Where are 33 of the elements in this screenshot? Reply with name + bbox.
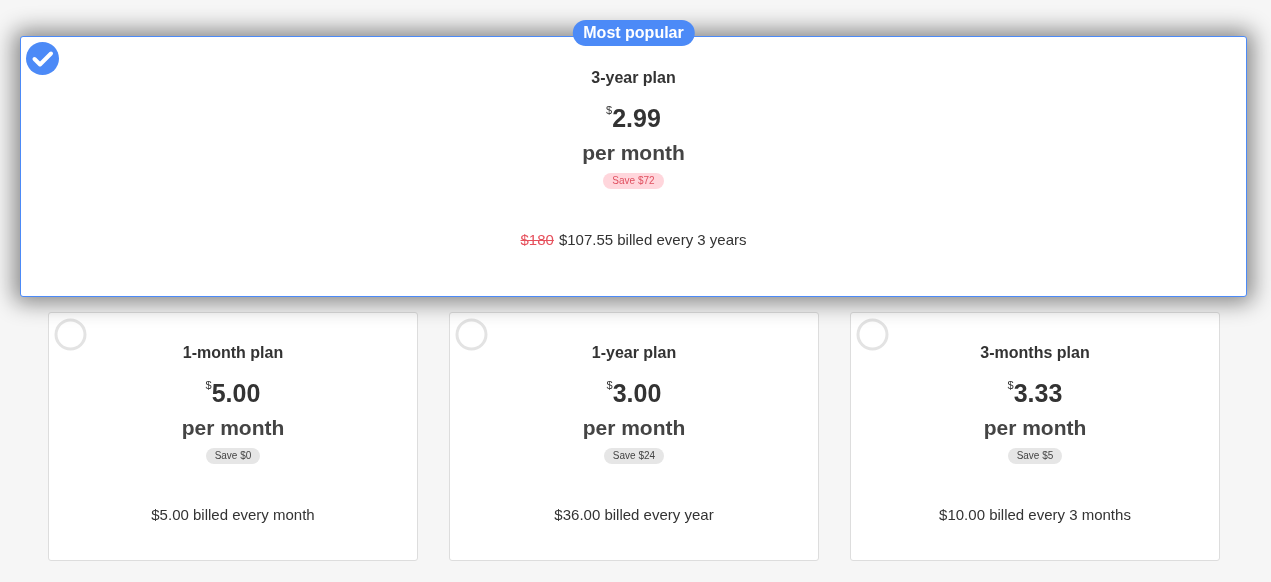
plan-title: 3-year plan <box>590 68 677 88</box>
currency-symbol: $ <box>606 378 613 391</box>
plan-card[interactable]: 1-month plan $5.00 per month Save $0 $5.00 billed every month <box>48 312 418 561</box>
radio-button[interactable] <box>856 318 889 351</box>
billing-text: $36.00 billed every year <box>554 506 714 523</box>
plan-title: 1-year plan <box>590 343 678 363</box>
old-price: $180 <box>520 231 554 248</box>
radio-button[interactable] <box>54 318 87 351</box>
billing-text: $10.00 billed every 3 months <box>939 506 1131 523</box>
price-period: per month <box>581 415 687 441</box>
currency-symbol: $ <box>205 378 212 391</box>
price-period: per month <box>180 415 286 441</box>
savings-badge: Save $5 <box>1007 448 1063 464</box>
billing-text: $107.55 billed every 3 years <box>558 231 747 248</box>
price-period: per month <box>581 140 686 166</box>
popular-badge: Most popular <box>572 20 695 46</box>
plan-title: 3-months plan <box>979 343 1091 363</box>
radio-button[interactable] <box>455 318 488 351</box>
price-period: per month <box>982 415 1088 441</box>
plan-price: 3.00 <box>612 378 662 408</box>
plan-card[interactable]: 1-year plan $3.00 per month Save $24 $36.00 billed every year <box>449 312 819 561</box>
plan-price: 3.33 <box>1013 378 1063 408</box>
currency-symbol: $ <box>1007 378 1014 391</box>
plan-price: 2.99 <box>612 103 661 133</box>
check-icon[interactable] <box>26 42 59 75</box>
savings-badge: Save $0 <box>205 448 261 464</box>
plan-card[interactable]: 3-months plan $3.33 per month Save $5 $10.00 billed every 3 months <box>850 312 1220 561</box>
currency-symbol: $ <box>606 103 613 116</box>
plan-title: 1-month plan <box>181 343 285 363</box>
plan-price: 5.00 <box>211 378 261 408</box>
billing-text: $5.00 billed every month <box>151 506 315 523</box>
savings-badge: Save $24 <box>603 448 665 464</box>
savings-badge: Save $72 <box>603 173 664 189</box>
